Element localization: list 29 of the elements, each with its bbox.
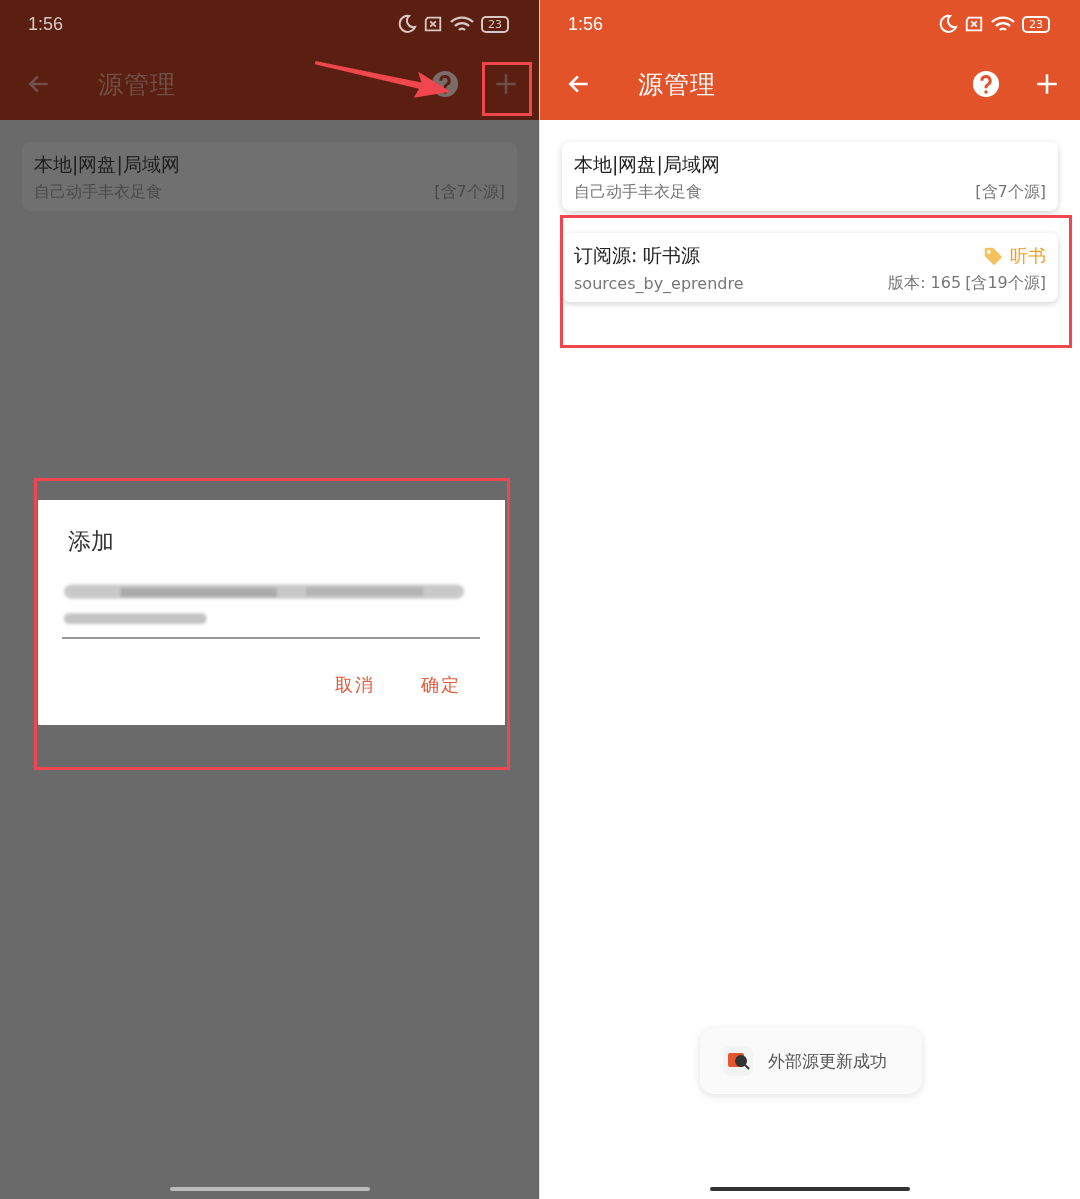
source-count: [含19个源] [965,273,1046,294]
moon-icon [397,14,417,34]
source-title: 本地|网盘|局域网 [34,152,180,178]
source-card[interactable]: 本地|网盘|局域网 自己动手丰衣足食 [含7个源] [562,142,1058,211]
status-time: 1:56 [28,13,64,35]
source-title: 订阅源: 听书源 [574,243,701,268]
source-card[interactable]: 订阅源: 听书源 听书 sources_by_eprendre 版本: 165 [含19个源] [562,233,1058,302]
source-title: 本地|网盘|局域网 [574,152,720,178]
source-version: 版本: 165 [888,273,962,294]
tag-icon [982,245,1004,267]
dialog-title: 添加 [68,527,115,556]
source-tag: 听书 [1010,244,1046,268]
moon-icon [938,14,958,34]
source-count: [含7个源] [975,182,1046,203]
toast-message: 外部源更新成功 [768,1049,887,1073]
add-icon[interactable] [493,71,519,97]
source-subtitle: 自己动手丰衣足食 [574,182,702,203]
sim-off-icon [423,14,443,34]
screen-title: 源管理 [638,68,716,101]
status-time: 1:56 [568,13,604,35]
help-icon[interactable] [972,70,1000,98]
screen-title: 源管理 [98,68,176,101]
dialog-button[interactable]: 取消 [327,669,383,701]
dialog-button[interactable]: 确定 [413,669,469,701]
app-icon [722,1045,754,1077]
battery-indicator: 23 [481,15,509,33]
sim-off-icon [964,14,984,34]
source-subtitle: sources_by_eprendre [574,274,744,293]
battery-indicator: 23 [1022,15,1050,33]
